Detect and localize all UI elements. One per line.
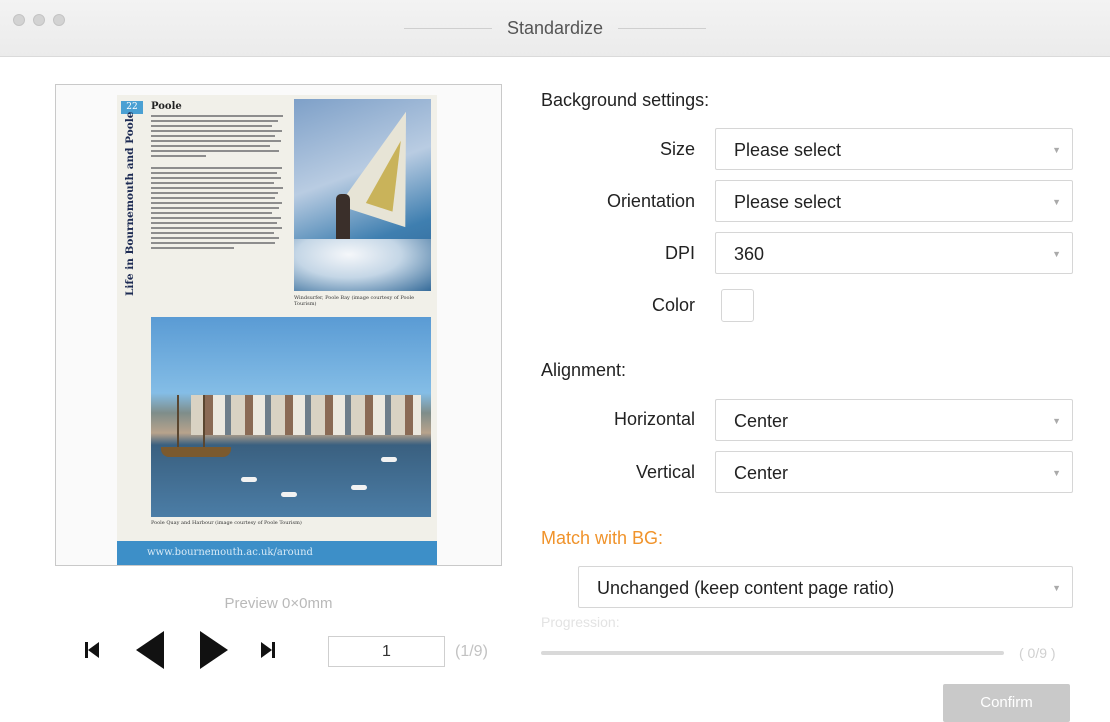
match-with-bg-select[interactable]: Unchanged (keep content page ratio) ▼ [578, 566, 1073, 608]
chevron-down-icon: ▼ [1052, 583, 1061, 593]
skip-first-icon[interactable] [84, 641, 100, 659]
progression-label: Progression: [541, 614, 620, 630]
preview-frame: 22 Life in Bournemouth and Poole Poole W… [55, 84, 502, 566]
color-swatch[interactable] [721, 289, 754, 322]
page-number-input[interactable] [328, 636, 445, 667]
size-select[interactable]: Please select ▼ [715, 128, 1073, 170]
vertical-select-value: Center [734, 463, 789, 483]
page-vertical-title: Life in Bournemouth and Poole [124, 111, 136, 296]
title-divider-left [403, 28, 492, 29]
previous-triangle-icon[interactable] [134, 630, 166, 670]
color-label: Color [651, 295, 695, 315]
chevron-down-icon: ▼ [1052, 416, 1061, 426]
page-body-text [151, 115, 289, 252]
dpi-select[interactable]: 360 ▼ [715, 232, 1073, 274]
windsurfer-caption: Windsurfer, Poole Bay (image courtesy of… [294, 295, 415, 307]
preview-page-image: 22 Life in Bournemouth and Poole Poole W… [117, 95, 437, 565]
orientation-label: Orientation [606, 191, 695, 211]
vertical-alignment-select[interactable]: Center ▼ [715, 451, 1073, 493]
harbour-caption: Poole Quay and Harbour (image courtesy o… [151, 520, 302, 526]
chevron-down-icon: ▼ [1052, 197, 1061, 207]
chevron-down-icon: ▼ [1052, 249, 1061, 259]
vertical-label: Vertical [635, 462, 695, 482]
title-divider-right [618, 28, 707, 29]
next-triangle-icon[interactable] [198, 630, 230, 670]
progress-count: ( 0/9 ) [1019, 645, 1056, 661]
orientation-select[interactable]: Please select ▼ [715, 180, 1073, 222]
horizontal-label: Horizontal [613, 409, 695, 429]
background-settings-heading: Background settings: [541, 90, 710, 110]
skip-last-icon[interactable] [260, 641, 276, 659]
horizontal-select-value: Center [734, 411, 789, 431]
window-title: Standardize [506, 18, 604, 38]
size-select-value: Please select [734, 140, 842, 160]
page-footer: www.bournemouth.ac.uk/around [117, 541, 437, 565]
chevron-down-icon: ▼ [1052, 468, 1061, 478]
windsurfer-photo [294, 99, 431, 291]
alignment-heading: Alignment: [541, 360, 627, 380]
preview-size-label: Preview 0×0mm [224, 595, 333, 612]
confirm-button[interactable]: Confirm [943, 684, 1070, 722]
chevron-down-icon: ▼ [1052, 145, 1061, 155]
page-count-label: (1/9) [455, 643, 488, 660]
size-label: Size [659, 139, 695, 159]
progress-bar [541, 651, 1004, 655]
dpi-select-value: 360 [734, 244, 765, 264]
horizontal-alignment-select[interactable]: Center ▼ [715, 399, 1073, 441]
window-titlebar: Standardize [0, 0, 1110, 57]
match-select-value: Unchanged (keep content page ratio) [597, 578, 895, 598]
dpi-label: DPI [664, 243, 695, 263]
orientation-select-value: Please select [734, 192, 842, 212]
harbour-photo [151, 317, 431, 517]
match-with-bg-heading: Match with BG: [541, 528, 664, 548]
page-heading: Poole [151, 101, 182, 112]
